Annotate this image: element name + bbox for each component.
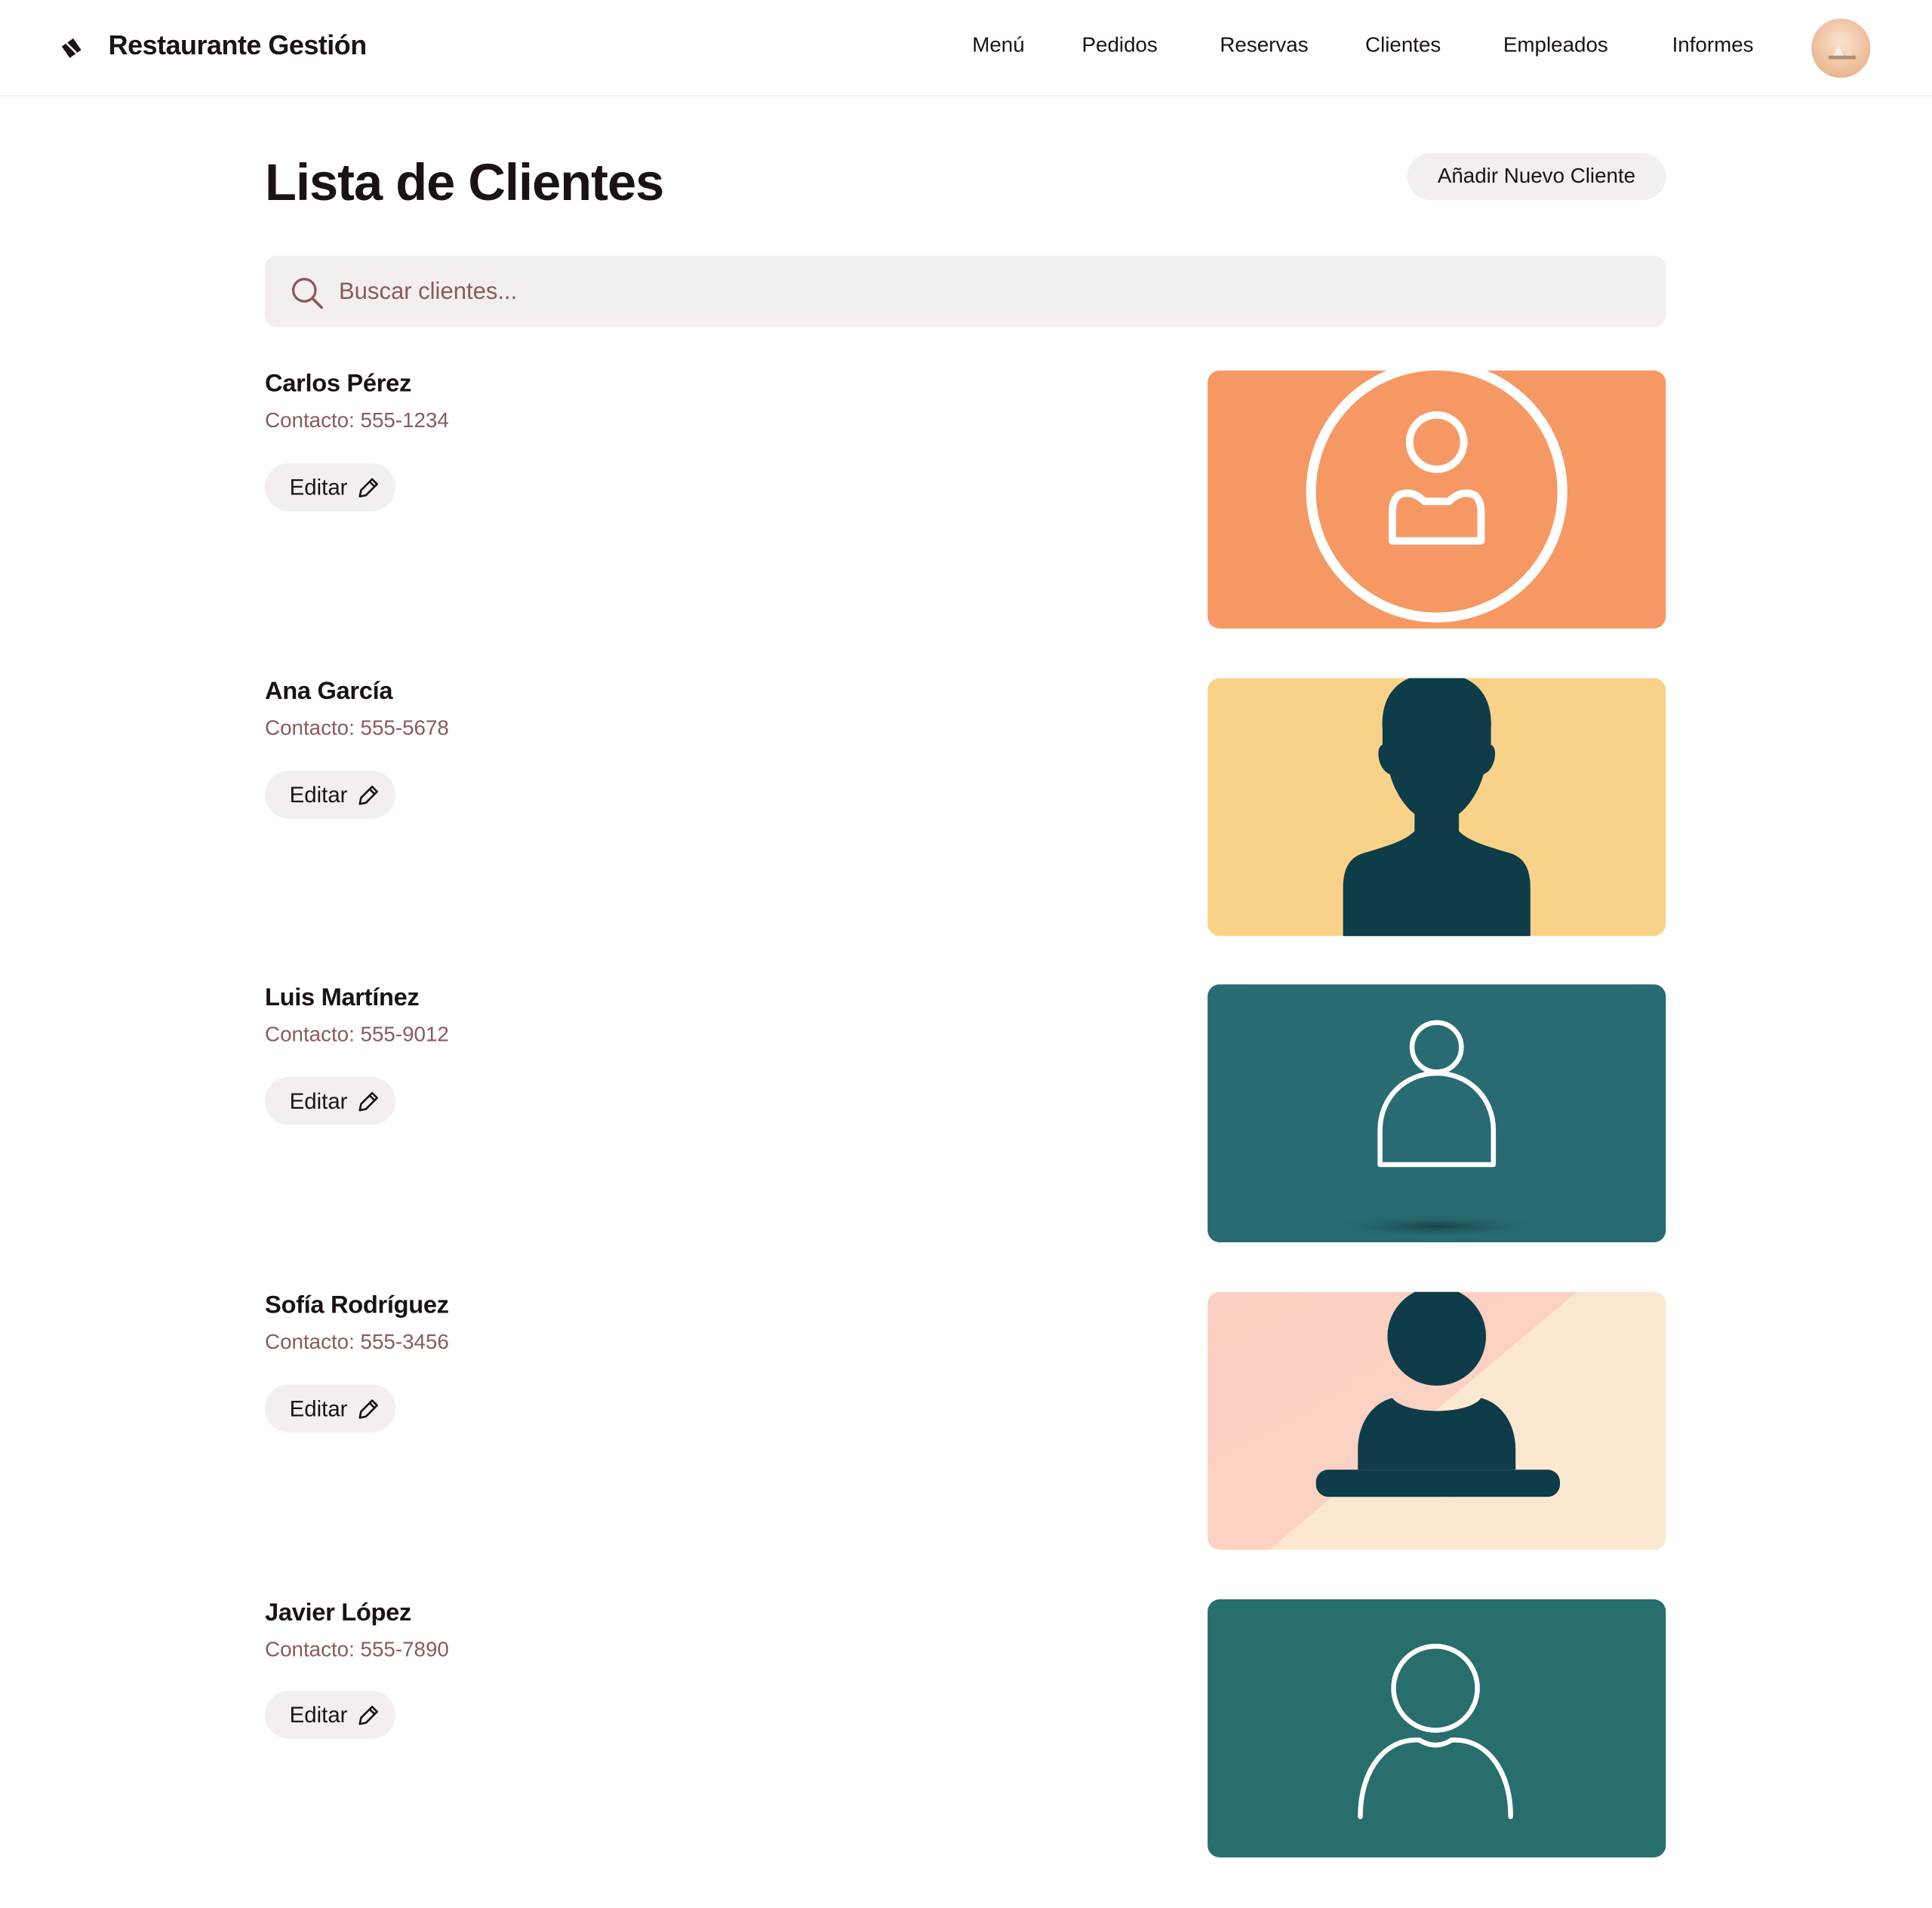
client-photo — [1208, 370, 1666, 629]
user-silhouette-icon — [1208, 678, 1666, 937]
client-photo — [1208, 984, 1666, 1243]
client-name: Javier López — [265, 1599, 411, 1627]
client-photo — [1208, 1599, 1666, 1857]
pencil-icon — [358, 1091, 378, 1112]
edit-label: Editar — [289, 1702, 348, 1728]
pencil-icon — [358, 1706, 378, 1725]
pencil-icon — [358, 478, 378, 498]
user-avatar[interactable] — [1811, 18, 1871, 78]
user-at-desk-icon — [1208, 1291, 1666, 1550]
edit-client-button[interactable]: Editar — [265, 463, 396, 512]
edit-client-button[interactable]: Editar — [265, 1076, 396, 1125]
client-photo — [1208, 678, 1666, 937]
client-contact: Contacto: 555-5678 — [265, 716, 449, 740]
client-name: Carlos Pérez — [265, 370, 411, 398]
pencil-icon — [358, 1399, 378, 1419]
client-contact: Contacto: 555-9012 — [265, 1022, 449, 1046]
add-client-button[interactable]: Añadir Nuevo Cliente — [1407, 152, 1666, 201]
edit-client-button[interactable]: Editar — [265, 1384, 396, 1433]
search-bar — [265, 255, 1666, 328]
user-circle-icon — [1208, 370, 1666, 629]
search-icon — [291, 278, 323, 309]
edit-label: Editar — [289, 1088, 348, 1113]
edit-label: Editar — [289, 782, 348, 808]
nav-item-menu[interactable]: Menú — [972, 33, 1024, 58]
client-contact: Contacto: 555-7890 — [265, 1637, 449, 1661]
logo-icon — [61, 38, 82, 58]
nav-item-clientes[interactable]: Clientes — [1365, 33, 1441, 58]
pencil-icon — [358, 786, 378, 805]
page-title: Lista de Clientes — [265, 152, 664, 211]
client-name: Sofía Rodríguez — [265, 1291, 449, 1319]
nav-item-informes[interactable]: Informes — [1672, 33, 1754, 58]
nav-item-empleados[interactable]: Empleados — [1503, 33, 1608, 58]
user-outline-icon — [1208, 1599, 1666, 1857]
search-input[interactable] — [336, 268, 1647, 318]
client-photo — [1208, 1291, 1666, 1550]
user-outline-icon — [1208, 984, 1666, 1243]
nav-item-reservas[interactable]: Reservas — [1220, 33, 1308, 58]
edit-label: Editar — [289, 1396, 348, 1421]
client-name: Luis Martínez — [265, 984, 420, 1012]
client-contact: Contacto: 555-1234 — [265, 408, 449, 432]
edit-label: Editar — [289, 474, 348, 500]
avatar-image — [1811, 18, 1871, 78]
client-name: Ana García — [265, 678, 393, 706]
app-brand[interactable]: Restaurante Gestión — [109, 29, 367, 62]
nav-item-pedidos[interactable]: Pedidos — [1082, 33, 1158, 58]
edit-client-button[interactable]: Editar — [265, 771, 396, 819]
client-contact: Contacto: 555-3456 — [265, 1330, 449, 1354]
edit-client-button[interactable]: Editar — [265, 1691, 396, 1739]
top-navigation-bar: Restaurante Gestión Menú Pedidos Reserva… — [0, 0, 1932, 97]
